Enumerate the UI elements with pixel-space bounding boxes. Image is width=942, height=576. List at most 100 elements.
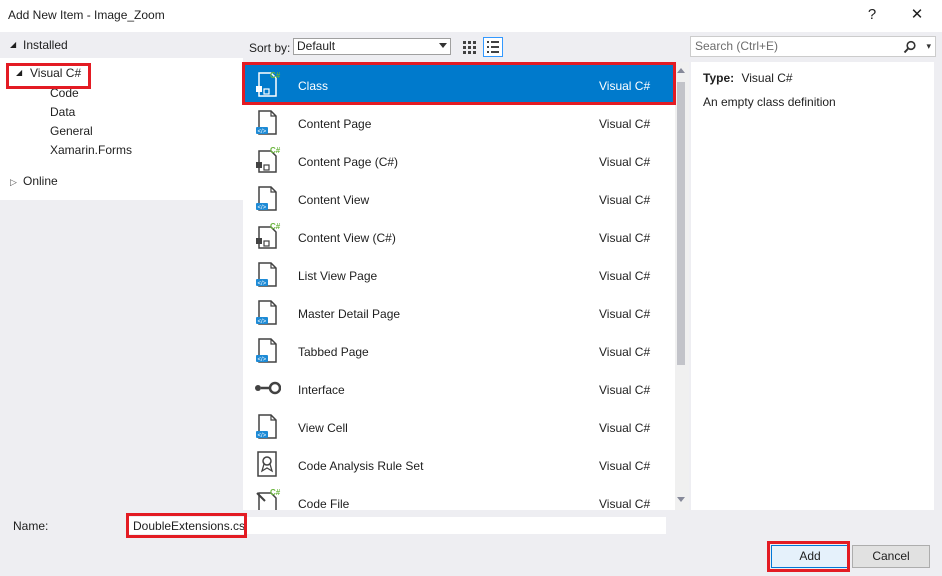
template-item[interactable]: </> Content View Visual C#: [243, 179, 675, 217]
template-item-language: Visual C#: [599, 231, 651, 245]
search-placeholder: Search (Ctrl+E): [695, 39, 779, 53]
xaml-page-icon: </>: [253, 335, 281, 365]
type-line: Type: Visual C#: [703, 71, 793, 85]
template-item[interactable]: Code Analysis Rule Set Visual C#: [243, 445, 675, 483]
template-item[interactable]: </> View Cell Visual C#: [243, 407, 675, 445]
template-item-name: Code Analysis Rule Set: [298, 459, 424, 473]
expand-online-icon[interactable]: ▷: [10, 177, 17, 188]
template-item-language: Visual C#: [599, 79, 651, 93]
help-button[interactable]: ?: [858, 4, 886, 26]
tree-item-code[interactable]: Code: [50, 86, 79, 100]
xaml-page-icon: </>: [253, 259, 281, 289]
template-list: C# Class Visual C# </> Content Page Visual C#…: [243, 62, 675, 510]
template-item[interactable]: C# Class Visual C#: [243, 65, 675, 103]
xaml-page-icon: </>: [253, 297, 281, 327]
title-bar: Add New Item - Image_Zoom ? ✕: [0, 0, 942, 30]
svg-text:C#: C#: [270, 488, 281, 497]
template-item[interactable]: </> Master Detail Page Visual C#: [243, 293, 675, 331]
template-item-name: List View Page: [298, 269, 378, 283]
chevron-down-icon: [439, 43, 447, 48]
template-item[interactable]: </> Tabbed Page Visual C#: [243, 331, 675, 369]
installed-node[interactable]: ◢ Installed: [0, 32, 243, 58]
type-label: Type:: [703, 71, 735, 85]
sort-by-label: Sort by:: [249, 41, 291, 55]
csharp-page-icon: C#: [253, 221, 281, 251]
scroll-down-arrow-icon[interactable]: [677, 497, 685, 502]
template-item-language: Visual C#: [599, 383, 651, 397]
svg-text:C#: C#: [270, 146, 281, 155]
template-item-language: Visual C#: [599, 307, 651, 321]
search-input[interactable]: Search (Ctrl+E) ▾: [690, 36, 936, 57]
tree-item-xamarin-forms[interactable]: Xamarin.Forms: [50, 143, 132, 157]
class-icon: C#: [253, 69, 281, 99]
template-item-name: Interface: [298, 383, 345, 397]
code-file-icon: C#: [253, 487, 281, 510]
grid-view-icon: [463, 41, 476, 54]
template-item-language: Visual C#: [599, 155, 651, 169]
interface-icon: [253, 373, 282, 403]
template-item[interactable]: C# Content Page (C#) Visual C#: [243, 141, 675, 179]
template-item-name: Class: [298, 79, 329, 93]
svg-text:</>: </>: [258, 281, 267, 287]
template-item-name: Master Detail Page: [298, 307, 401, 321]
template-item[interactable]: </> Content Page Visual C#: [243, 103, 675, 141]
window-title: Add New Item - Image_Zoom: [8, 8, 165, 22]
tree-item-visual-csharp[interactable]: Visual C#: [30, 66, 81, 80]
search-options-chevron-icon[interactable]: ▾: [926, 37, 931, 56]
svg-text:</>: </>: [258, 129, 267, 135]
cancel-button[interactable]: Cancel: [852, 545, 930, 568]
template-item-language: Visual C#: [599, 459, 651, 473]
template-item-language: Visual C#: [599, 497, 651, 510]
tree-item-general[interactable]: General: [50, 124, 93, 138]
search-icon[interactable]: [903, 40, 917, 54]
svg-text:</>: </>: [258, 319, 267, 325]
svg-text:</>: </>: [258, 357, 267, 363]
template-item-name: Content View (C#): [298, 231, 396, 245]
svg-text:</>: </>: [258, 205, 267, 211]
template-item-name: Content View: [298, 193, 370, 207]
close-button[interactable]: ✕: [903, 4, 931, 26]
sort-toolbar: Sort by: Default: [243, 32, 689, 62]
csharp-page-icon: C#: [253, 145, 281, 175]
small-icons-view-button[interactable]: [483, 37, 503, 57]
template-item-name: Content Page (C#): [298, 155, 399, 169]
ruleset-icon: [253, 449, 281, 479]
xaml-page-icon: </>: [253, 107, 281, 137]
installed-label: Installed: [23, 38, 68, 52]
template-item-language: Visual C#: [599, 117, 651, 131]
template-item-name: Content Page: [298, 117, 372, 131]
collapse-triangle-icon[interactable]: ◢: [16, 68, 22, 77]
template-item[interactable]: C# Content View (C#) Visual C#: [243, 217, 675, 255]
medium-icons-view-button[interactable]: [459, 37, 479, 57]
svg-text:C#: C#: [270, 222, 281, 231]
xaml-page-icon: </>: [253, 411, 281, 441]
expand-triangle-icon[interactable]: ◢: [10, 40, 16, 49]
template-item-name: View Cell: [298, 421, 348, 435]
template-item[interactable]: </> List View Page Visual C#: [243, 255, 675, 293]
tree-item-online[interactable]: Online: [23, 174, 58, 188]
template-tree-pane: ◢ Installed ◢ Visual C# Code Data Genera…: [0, 32, 243, 510]
template-item-name: Tabbed Page: [298, 345, 369, 359]
template-item[interactable]: Interface Visual C#: [243, 369, 675, 407]
type-value: Visual C#: [741, 71, 793, 85]
add-button[interactable]: Add: [771, 545, 849, 568]
scroll-up-arrow-icon[interactable]: [677, 68, 685, 73]
template-item-language: Visual C#: [599, 345, 651, 359]
description-panel: [691, 62, 934, 510]
name-label: Name:: [13, 519, 49, 533]
tree-item-data[interactable]: Data: [50, 105, 75, 119]
svg-text:C#: C#: [270, 71, 281, 80]
sort-by-dropdown[interactable]: Default: [293, 38, 451, 55]
template-item-language: Visual C#: [599, 421, 651, 435]
template-item-language: Visual C#: [599, 193, 651, 207]
scroll-thumb[interactable]: [677, 82, 685, 365]
name-input-value[interactable]: DoubleExtensions.cs: [133, 519, 245, 533]
svg-text:</>: </>: [258, 433, 267, 439]
list-view-icon: [487, 41, 499, 53]
sort-by-value: Default: [297, 39, 336, 53]
xaml-page-icon: </>: [253, 183, 281, 213]
template-item-name: Code File: [298, 497, 350, 510]
template-item[interactable]: C# Code File Visual C#: [243, 483, 675, 510]
item-description: An empty class definition: [703, 95, 836, 109]
template-item-language: Visual C#: [599, 269, 651, 283]
